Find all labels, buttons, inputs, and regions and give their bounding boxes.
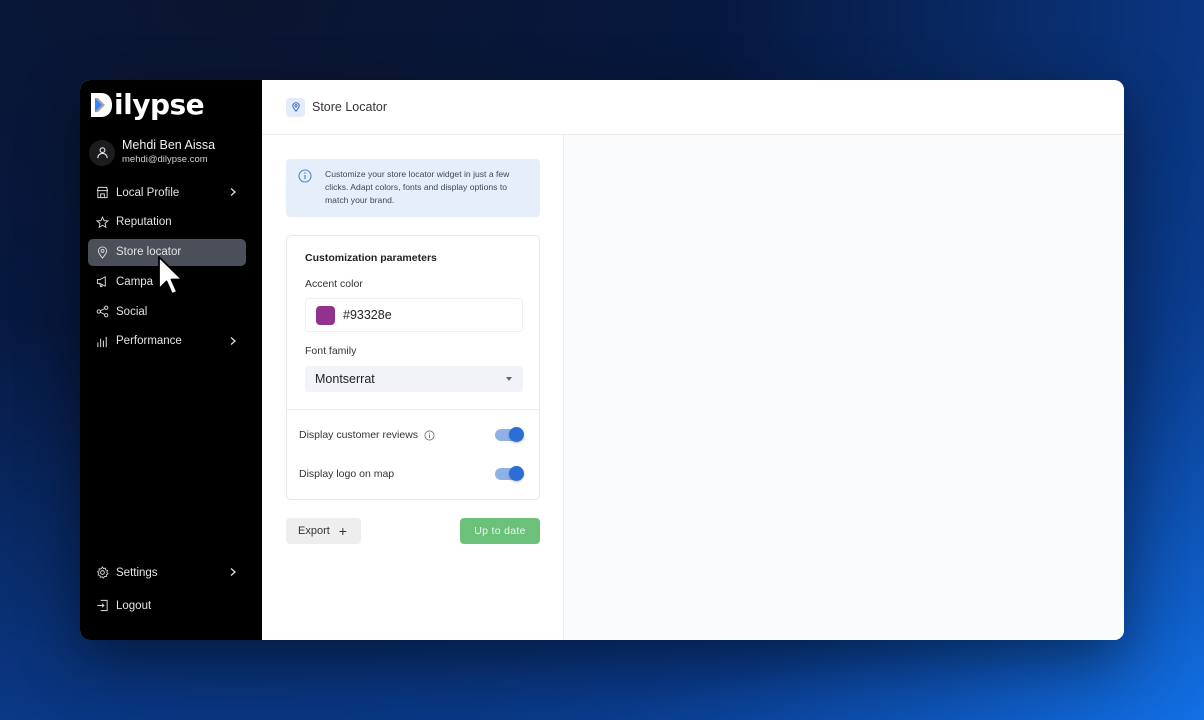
nav-item-settings[interactable]: Settings	[88, 559, 246, 586]
nav-item-social[interactable]: Social	[88, 298, 246, 325]
caret-down-icon	[506, 377, 512, 381]
toggle-knob	[509, 466, 524, 481]
map-pin-icon	[97, 246, 108, 259]
plus-icon: +	[338, 523, 347, 539]
nav-item-logout[interactable]: Logout	[88, 592, 246, 619]
nav-item-reputation[interactable]: Reputation	[88, 209, 246, 236]
nav-label: Social	[116, 305, 148, 318]
nav-item-performance[interactable]: Performance	[88, 328, 246, 355]
nav-label: Local Profile	[116, 186, 180, 199]
store-icon	[96, 186, 109, 199]
up-to-date-button[interactable]: Up to date	[460, 518, 540, 544]
toggle-label: Display logo on map	[299, 468, 395, 480]
user-icon	[96, 147, 108, 159]
brand-logo[interactable]: ilypse	[89, 88, 205, 121]
megaphone-icon	[96, 276, 106, 288]
accent-color-value: #93328e	[343, 308, 392, 322]
nav-item-local-profile[interactable]: Local Profile	[88, 179, 246, 206]
section-title: Customization parameters	[305, 252, 437, 264]
status-label: Up to date	[474, 525, 526, 537]
info-icon[interactable]	[424, 430, 435, 441]
dilypse-logo-icon	[91, 93, 112, 117]
chevron-right-icon	[230, 568, 236, 576]
color-swatch[interactable]	[316, 305, 335, 325]
chevron-right-icon	[230, 336, 236, 345]
info-icon	[298, 169, 312, 183]
font-family-select[interactable]: Montserrat	[305, 366, 523, 392]
nav-label: Reputation	[116, 216, 172, 229]
gear-icon	[96, 566, 109, 579]
info-banner: Customize your store locator widget in j…	[286, 159, 540, 217]
chevron-right-icon	[230, 188, 236, 196]
nav-label: Settings	[116, 566, 158, 579]
brand-name: ilypse	[114, 88, 205, 121]
accent-color-field[interactable]: #93328e	[305, 298, 523, 332]
toggle-row-customer-reviews: Display customer reviews	[299, 425, 524, 445]
info-text: Customize your store locator widget in j…	[325, 169, 510, 205]
customization-card: Customization parameters Accent color #9…	[286, 235, 540, 500]
star-icon	[96, 215, 109, 229]
export-button[interactable]: Export +	[286, 518, 361, 544]
nav-label: Campa	[116, 275, 154, 288]
user-name: Mehdi Ben Aissa	[122, 138, 216, 152]
user-email: mehdi@dilypse.com	[122, 154, 208, 165]
toggle-knob	[509, 427, 524, 442]
font-family-label: Font family	[305, 345, 357, 357]
accent-color-label: Accent color	[305, 278, 363, 290]
bottom-nav: Settings Logout	[88, 559, 246, 625]
map-pin-icon	[291, 102, 300, 113]
user-profile[interactable]: Mehdi Ben Aissa mehdi@dilypse.com	[89, 138, 215, 167]
toggle-row-logo-on-map: Display logo on map	[299, 464, 524, 484]
logout-icon	[97, 599, 108, 612]
content: Customize your store locator widget in j…	[262, 135, 1124, 640]
customer-reviews-toggle[interactable]	[495, 427, 524, 442]
share-icon	[96, 305, 109, 318]
bar-chart-icon	[97, 336, 107, 348]
logo-on-map-toggle[interactable]	[495, 466, 524, 481]
page-icon	[286, 97, 305, 117]
page-header: Store Locator	[262, 80, 1124, 135]
avatar	[89, 139, 115, 166]
nav-label: Logout	[116, 599, 152, 612]
export-label: Export	[298, 525, 330, 537]
main-area: Store Locator Customize your store locat…	[262, 80, 1124, 640]
mouse-cursor-icon	[158, 256, 183, 295]
toggle-label: Display customer reviews	[299, 429, 419, 441]
app-window: ilypse Mehdi Ben Aissa mehdi@dilypse.com…	[80, 80, 1124, 640]
settings-panel: Customize your store locator widget in j…	[262, 135, 564, 640]
font-family-value: Montserrat	[315, 372, 375, 386]
divider	[287, 409, 539, 410]
nav-label: Performance	[116, 335, 182, 348]
preview-panel	[564, 135, 1124, 640]
page-title: Store Locator	[312, 100, 388, 114]
sidebar: ilypse Mehdi Ben Aissa mehdi@dilypse.com…	[80, 80, 262, 640]
